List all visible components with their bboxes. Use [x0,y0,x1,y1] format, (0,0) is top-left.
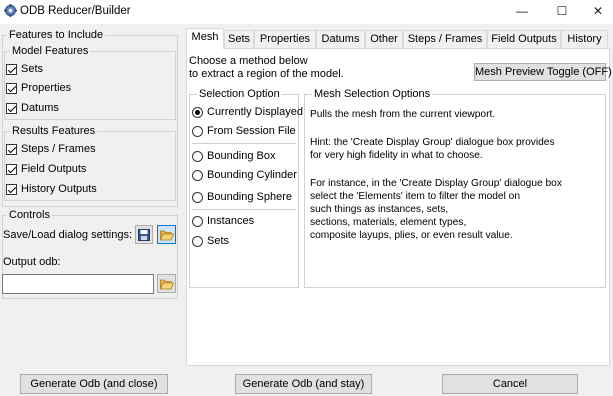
checkbox-sets[interactable]: Sets [6,61,43,77]
mesh-selection-options-title: Mesh Selection Options [312,88,433,100]
tab-field-outputs[interactable]: Field Outputs [487,30,561,48]
separator [192,209,296,210]
mesh-preview-toggle-button[interactable]: Mesh Preview Toggle (OFF) [474,63,612,81]
radio-button[interactable] [192,150,203,162]
radio-label: Currently Displayed [207,106,303,118]
checkbox-label: Datums [21,102,59,114]
checkbox-label: Properties [21,82,72,94]
checkbox-history-outputs[interactable]: History Outputs [6,181,97,197]
gear-icon [4,4,17,17]
tab-other[interactable]: Other [365,30,403,48]
selection-option-title: Selection Option [197,88,282,100]
checkbox-box[interactable] [6,143,17,155]
model-features-title: Model Features [10,45,91,57]
browse-output-button[interactable] [157,274,176,293]
close-button[interactable]: ✕ [584,2,612,20]
description-line: For instance, in the 'Create Display Gro… [310,178,562,189]
features-group-title: Features to Include [7,29,106,41]
radio-instances[interactable]: Instances [192,213,254,229]
tab-sets[interactable]: Sets [224,30,254,48]
cancel-button[interactable]: Cancel [442,374,578,394]
radio-button[interactable] [192,191,203,203]
description-line: such things as instances, sets, [310,204,449,215]
checkbox-steps-frames[interactable]: Steps / Frames [6,141,96,157]
mesh-intro-line1: Choose a method below [189,55,308,67]
save-settings-button[interactable] [135,225,153,244]
output-odb-input[interactable] [2,274,154,294]
radio-bounding-sphere[interactable]: Bounding Sphere [192,189,292,205]
radio-label: Bounding Box [207,150,276,162]
radio-button[interactable] [192,125,203,137]
generate-odb-close-button[interactable]: Generate Odb (and close) [20,374,168,394]
radio-sets[interactable]: Sets [192,233,229,249]
radio-from-session-file[interactable]: From Session File [192,123,296,139]
radio-label: Bounding Cylinder [207,169,297,181]
checkbox-label: Field Outputs [21,163,87,175]
minimize-button[interactable]: — [508,2,536,20]
description-line: select the 'Elements' item to filter the… [310,191,521,202]
radio-currently-displayed[interactable]: Currently Displayed [192,104,303,120]
radio-label: Bounding Sphere [207,191,293,203]
radio-label: Sets [207,235,230,247]
checkbox-box[interactable] [6,102,17,114]
description-line: Hint: the 'Create Display Group' dialogu… [310,137,555,148]
window-title: ODB Reducer/Builder [20,5,131,17]
checkbox-properties[interactable]: Properties [6,80,71,96]
checkbox-datums[interactable]: Datums [6,100,59,116]
tab-datums[interactable]: Datums [316,30,365,48]
radio-button[interactable] [192,106,203,118]
radio-label: From Session File [207,125,296,137]
description-line: sections, materials, element types, [310,217,467,228]
tab-mesh[interactable]: Mesh [186,28,224,49]
separator [192,143,296,144]
save-load-label: Save/Load dialog settings: [3,229,133,241]
results-features-title: Results Features [10,125,98,137]
mesh-intro-line2: to extract a region of the model. [189,68,344,80]
checkbox-label: Steps / Frames [21,143,96,155]
checkbox-box[interactable] [6,183,17,195]
output-odb-label: Output odb: [3,256,61,268]
checkbox-box[interactable] [6,163,17,175]
tab-steps-frames[interactable]: Steps / Frames [403,30,487,48]
radio-label: Instances [207,215,255,227]
controls-group-title: Controls [7,209,52,221]
checkbox-label: Sets [21,63,44,75]
generate-odb-stay-button[interactable]: Generate Odb (and stay) [235,374,372,394]
maximize-button[interactable]: ☐ [548,2,576,20]
checkbox-box[interactable] [6,63,17,75]
description-line: Pulls the mesh from the current viewport… [310,109,496,120]
folder-open-icon [159,279,174,289]
folder-open-icon [159,230,174,240]
description-line: for very high fidelity in what to choose… [310,150,483,161]
description-line: composite layups, plies, or even result … [310,230,513,241]
load-settings-button[interactable] [157,225,176,244]
radio-button[interactable] [192,235,203,247]
radio-button[interactable] [192,169,203,181]
checkbox-box[interactable] [6,82,17,94]
radio-button[interactable] [192,215,203,227]
checkbox-field-outputs[interactable]: Field Outputs [6,161,86,177]
tab-properties[interactable]: Properties [254,30,316,48]
save-icon [138,228,150,241]
radio-bounding-box[interactable]: Bounding Box [192,148,276,164]
radio-bounding-cylinder[interactable]: Bounding Cylinder [192,167,297,183]
tab-history[interactable]: History [561,30,608,48]
checkbox-label: History Outputs [21,183,97,195]
